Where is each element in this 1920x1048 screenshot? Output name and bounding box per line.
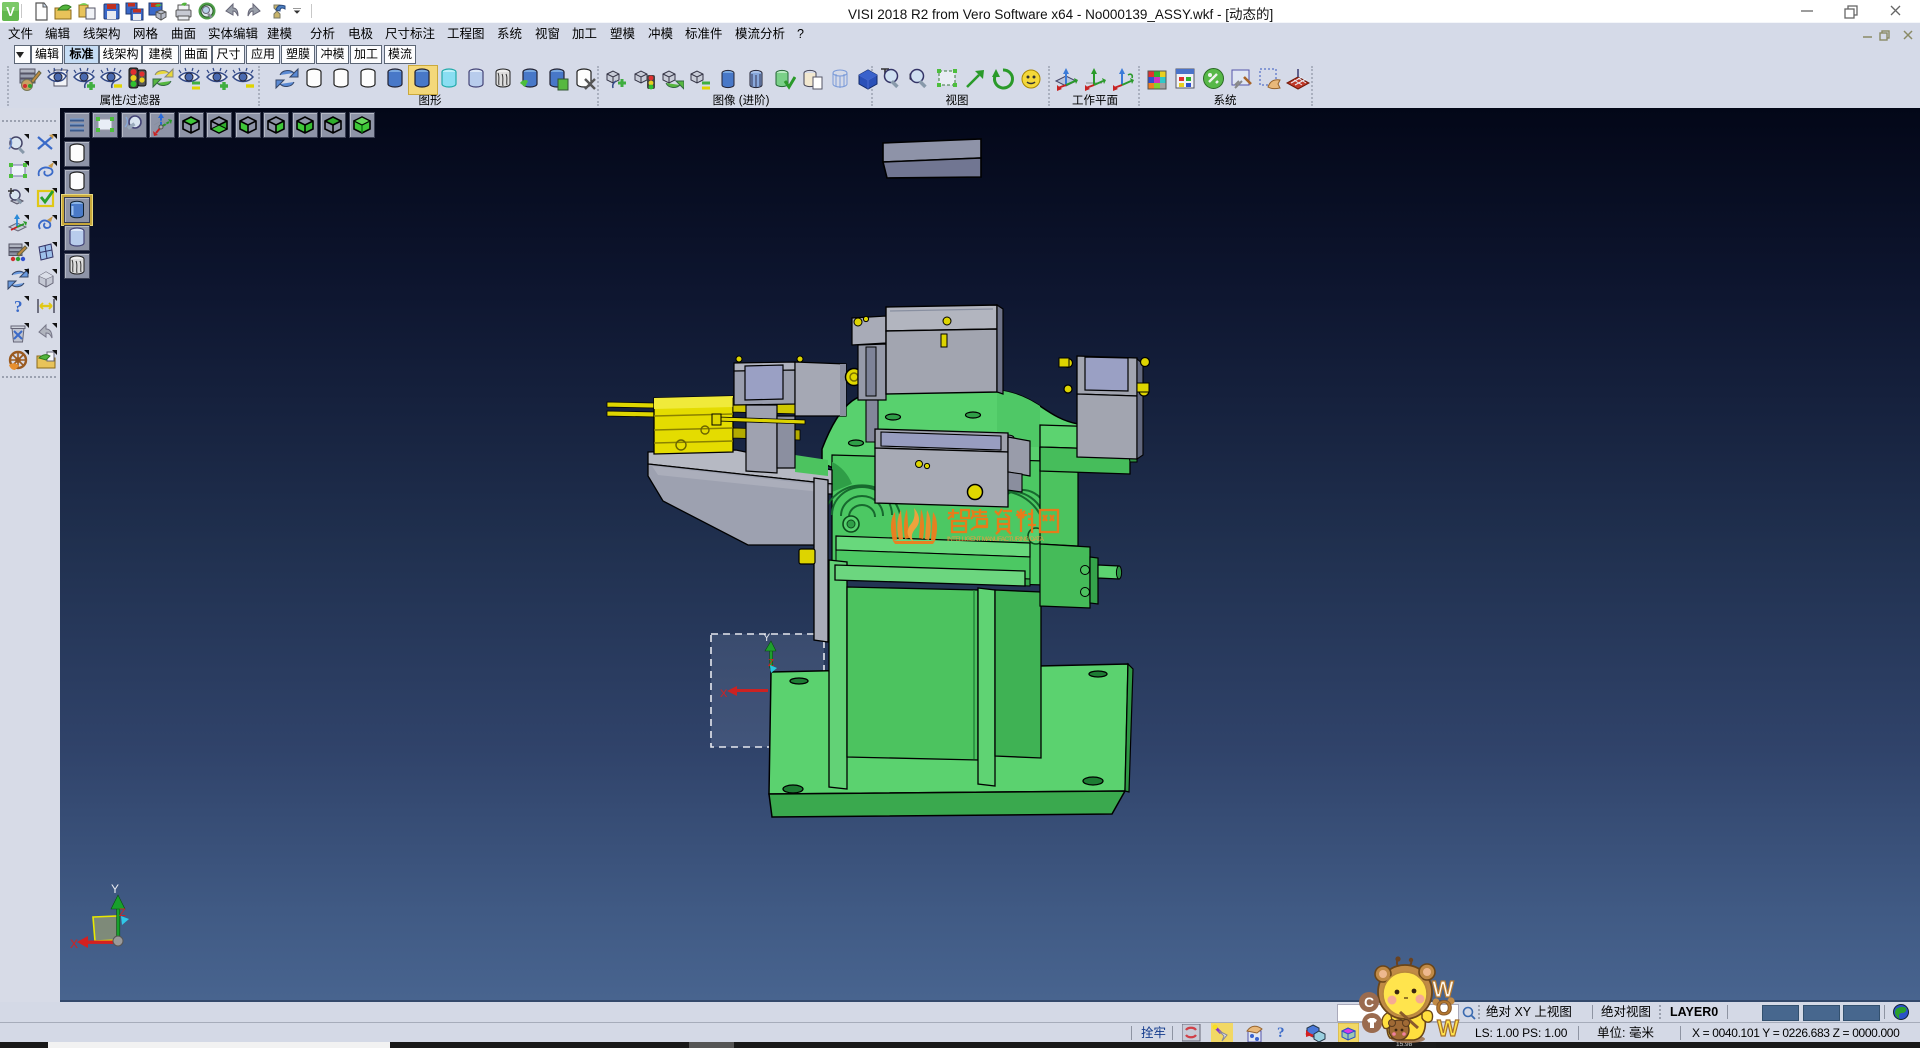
svg-text:V: V	[6, 4, 15, 19]
svg-text:C: C	[1364, 994, 1374, 1010]
svg-text:Y: Y	[111, 882, 119, 896]
svg-text:INTELLIGENT MANUFACTURING DATA: INTELLIGENT MANUFACTURING DATA	[947, 536, 1045, 543]
svg-text:Y: Y	[763, 632, 771, 644]
svg-text:?: ?	[14, 297, 23, 316]
svg-text:X: X	[70, 937, 78, 951]
svg-text:X: X	[720, 688, 728, 700]
svg-text:W: W	[1437, 1015, 1459, 1041]
